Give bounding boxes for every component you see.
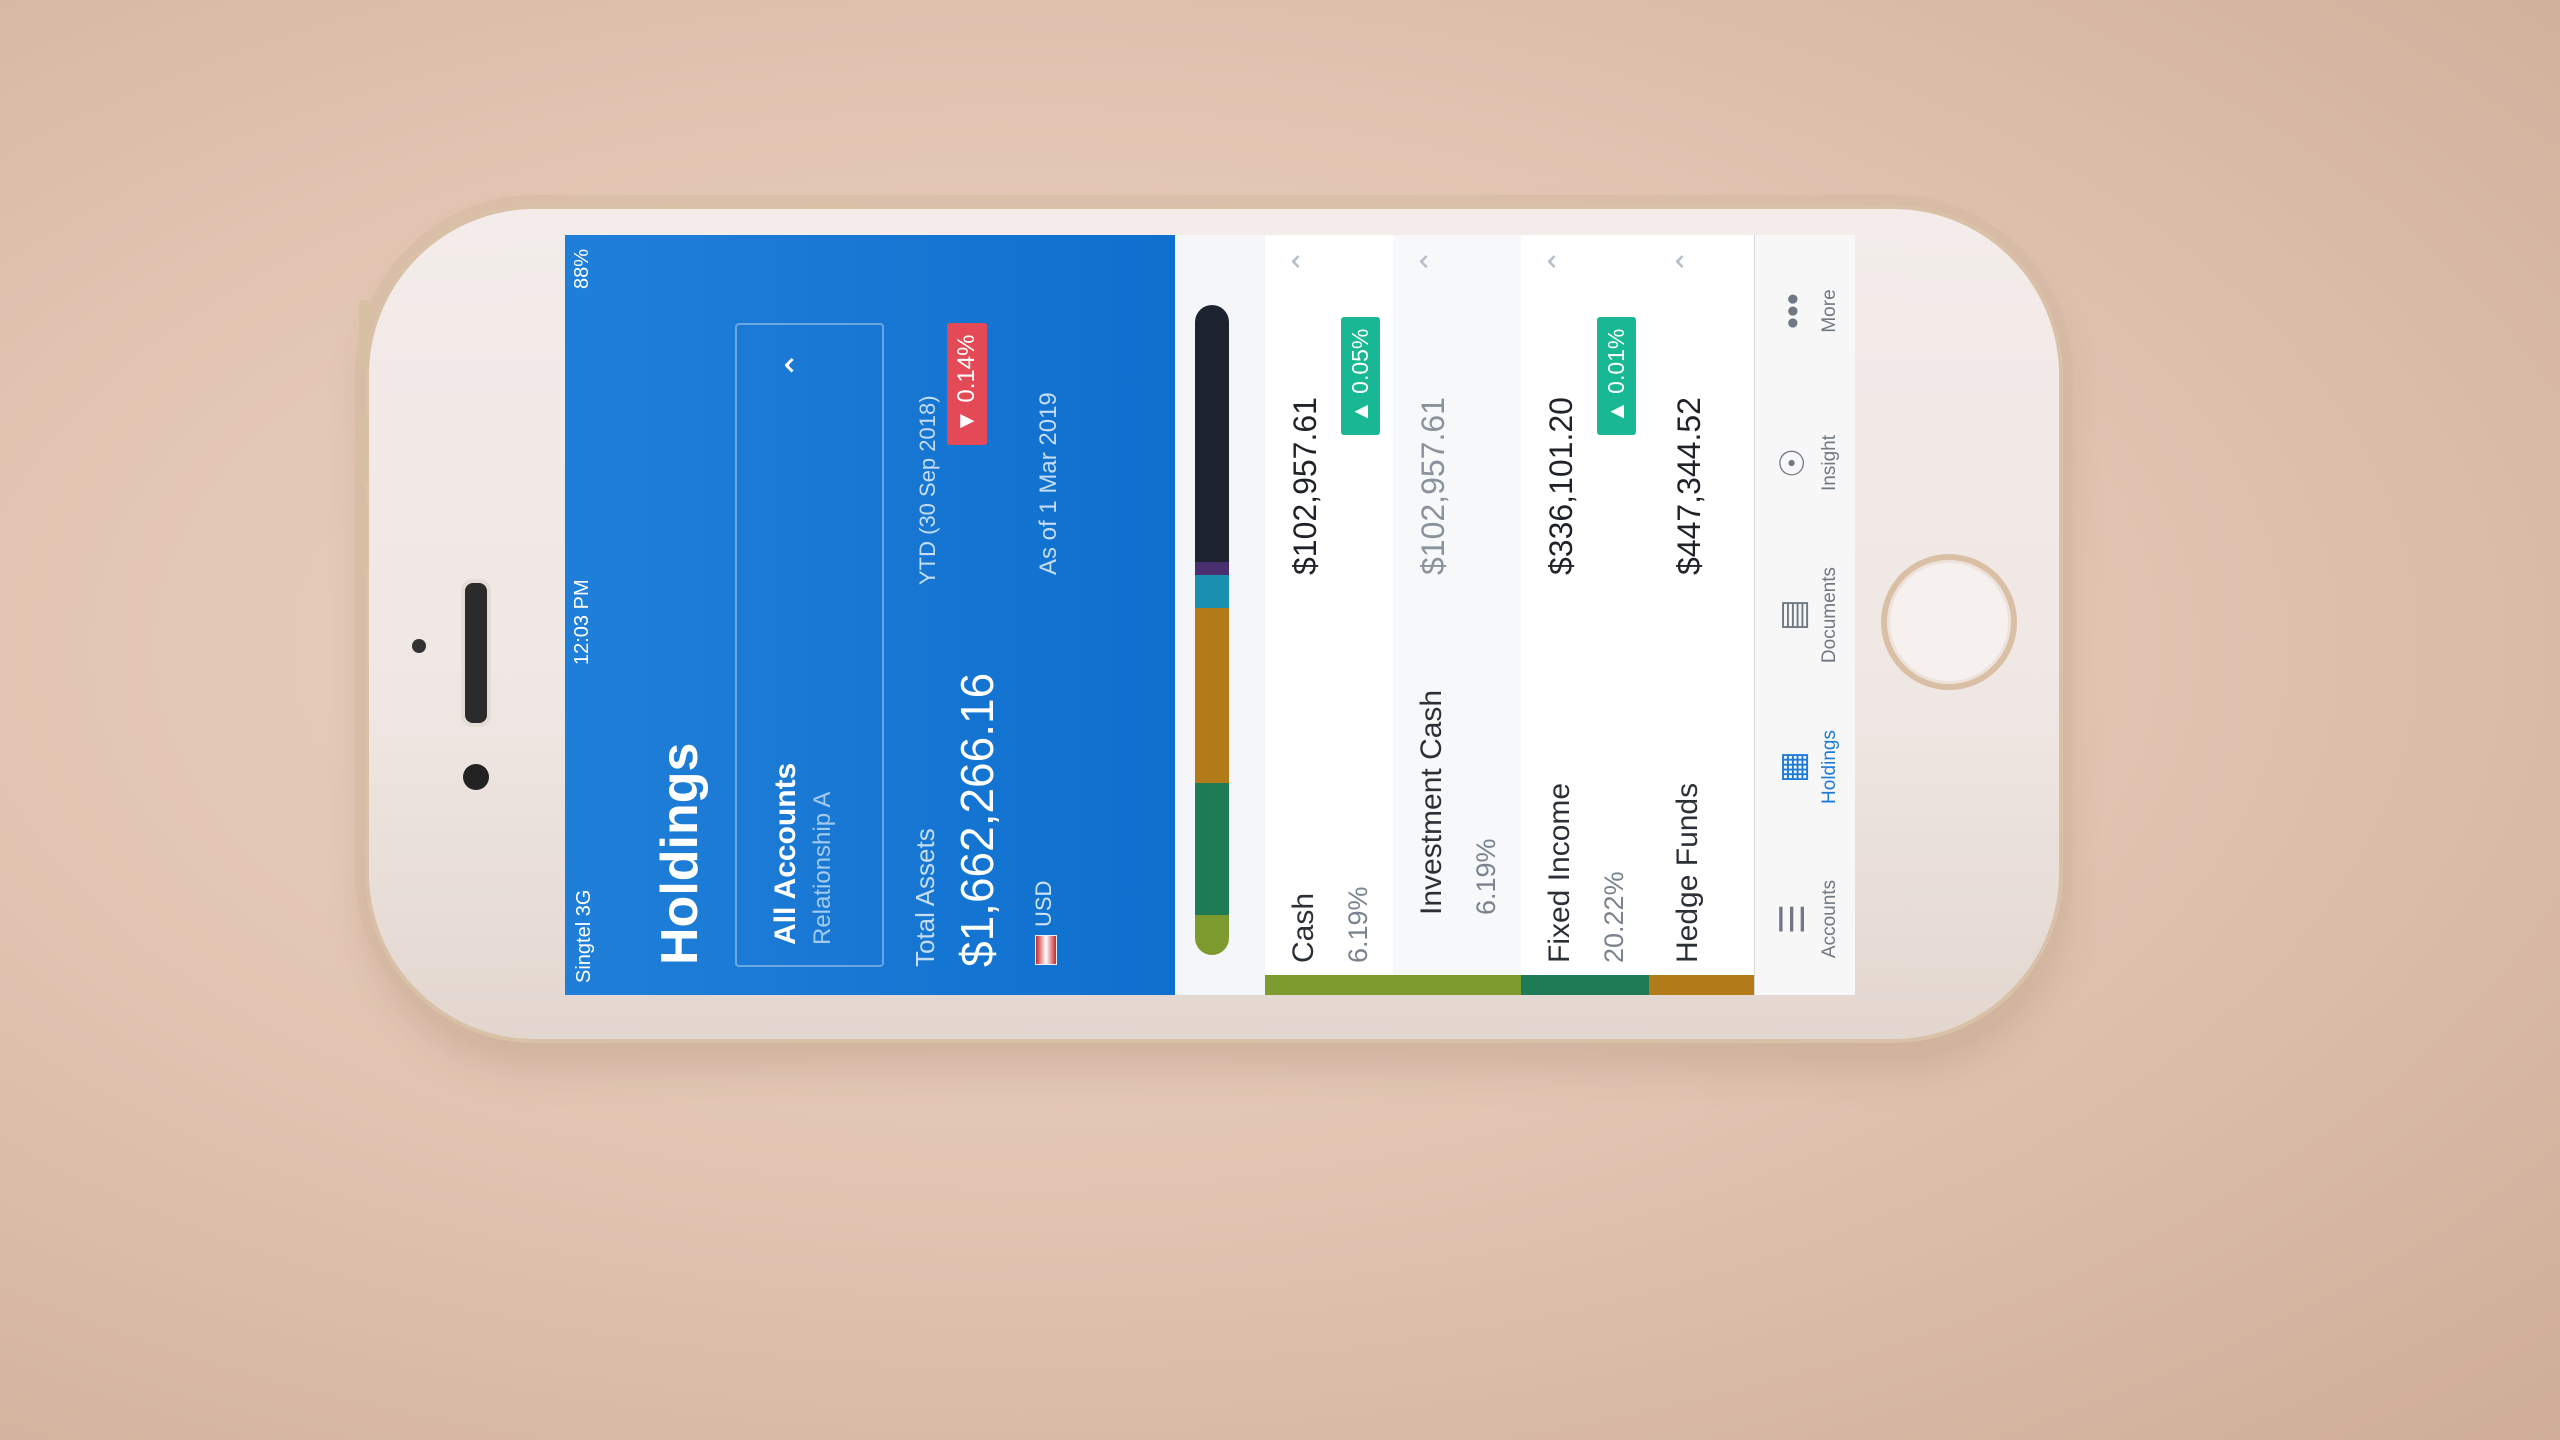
row-color-stripe <box>1393 975 1521 995</box>
allocation-segment <box>1195 914 1229 955</box>
account-name: All Accounts <box>769 762 802 945</box>
signal-carrier: Singtel 3G <box>573 889 595 983</box>
allocation-bar <box>1195 305 1229 955</box>
document-icon: ▤ <box>1774 598 1812 632</box>
holding-change-badge: ▲ 0.05% <box>1341 316 1380 435</box>
earpiece <box>461 579 491 727</box>
holding-amount: $336,101.20 <box>1543 397 1579 575</box>
compass-icon: ☉ <box>1774 447 1812 479</box>
row-color-stripe <box>1649 975 1759 995</box>
tab-bar: ☰ Accounts ▦ Holdings ▤ Documents ☉ Insi… <box>1754 235 1855 995</box>
home-button[interactable] <box>1881 554 2017 690</box>
app-ui: Singtel 3G 12:03 PM 88% Holdings All Acc… <box>565 235 1855 995</box>
chevron-up-icon: ⌃ <box>1672 249 1705 275</box>
chevron-up-icon: ⌃ <box>1416 249 1449 275</box>
holding-row-cash[interactable]: Cash 6.19% $102,957.61 ▲ 0.05% ⌃ <box>1265 235 1394 995</box>
holding-name: Investment Cash <box>1415 689 1448 915</box>
tab-insight[interactable]: ☉ Insight <box>1755 387 1855 539</box>
holding-amount: $102,957.61 <box>1415 397 1451 575</box>
tab-label: Documents <box>1819 566 1840 664</box>
page-title: Holdings <box>651 742 709 965</box>
volume-down-key <box>359 504 369 574</box>
tab-label: Holdings <box>1819 730 1840 804</box>
us-flag-icon <box>1035 935 1057 965</box>
phone-screen: Singtel 3G 12:03 PM 88% Holdings All Acc… <box>565 235 1855 995</box>
tab-label: More <box>1819 289 1840 333</box>
battery-level: 88% <box>571 249 593 290</box>
allocation-segment <box>1195 562 1229 576</box>
mute-switch <box>359 299 369 369</box>
account-relationship: Relationship A <box>809 791 836 945</box>
holding-percent: 6.19% <box>1471 838 1501 915</box>
allocation-segment <box>1195 575 1229 608</box>
holding-name: Hedge Funds <box>1671 782 1704 963</box>
tab-documents[interactable]: ▤ Documents <box>1755 539 1855 691</box>
holding-percent: 6.19% <box>1343 886 1373 963</box>
stack-icon: ☰ <box>1774 903 1812 935</box>
bank-icon: ▦ <box>1774 750 1812 784</box>
proximity-sensor <box>412 639 426 653</box>
holding-change-badge: ▲ 0.01% <box>1597 316 1636 435</box>
holding-percent: 20.22% <box>1599 871 1629 963</box>
chevron-up-icon: ⌃ <box>1288 249 1321 275</box>
allocation-segment <box>1195 607 1229 784</box>
tab-more[interactable]: ••• More <box>1755 235 1855 387</box>
tab-holdings[interactable]: ▦ Holdings <box>1755 691 1855 843</box>
tab-accounts[interactable]: ☰ Accounts <box>1755 843 1855 995</box>
chevron-up-icon: ⌃ <box>780 351 818 380</box>
holding-row-investment-cash[interactable]: Investment Cash 6.19% $102,957.61 ⌃ <box>1393 235 1522 995</box>
allocation-segment <box>1195 305 1229 563</box>
chevron-up-icon: ⌃ <box>1544 249 1577 275</box>
more-dots-icon: ••• <box>1774 293 1812 329</box>
account-selector[interactable]: All Accounts Relationship A ⌃ <box>735 323 884 967</box>
holdings-header: Singtel 3G 12:03 PM 88% Holdings All Acc… <box>565 235 1175 995</box>
volume-up-key <box>359 414 369 484</box>
ytd-change-badge: ▼ 0.14% <box>947 322 987 445</box>
holding-name: Cash <box>1287 892 1320 963</box>
tab-label: Accounts <box>1819 879 1840 959</box>
row-color-stripe <box>1521 975 1649 995</box>
holding-name: Fixed Income <box>1543 782 1576 963</box>
currency-label[interactable]: USD <box>1031 881 1057 927</box>
ytd-label: YTD (30 Sep 2018) <box>915 395 940 585</box>
row-color-stripe <box>1265 975 1393 995</box>
total-assets-label: Total Assets <box>910 828 940 967</box>
holding-row-hedge-funds[interactable]: Hedge Funds $447,344.52 ⌃ <box>1649 235 1760 995</box>
total-assets-value: $1,662,266.16 <box>951 672 1003 967</box>
status-time: 12:03 PM <box>571 579 593 665</box>
holding-row-fixed-income[interactable]: Fixed Income 20.22% $336,101.20 ▲ 0.01% … <box>1521 235 1650 995</box>
tab-label: Insight <box>1819 435 1840 491</box>
allocation-segment <box>1195 783 1229 915</box>
status-bar: Singtel 3G 12:03 PM 88% <box>565 235 599 995</box>
holding-amount: $102,957.61 <box>1287 397 1323 575</box>
holding-amount: $447,344.52 <box>1671 397 1707 575</box>
front-camera <box>463 764 489 790</box>
as-of-date: As of 1 Mar 2019 <box>1035 392 1062 575</box>
